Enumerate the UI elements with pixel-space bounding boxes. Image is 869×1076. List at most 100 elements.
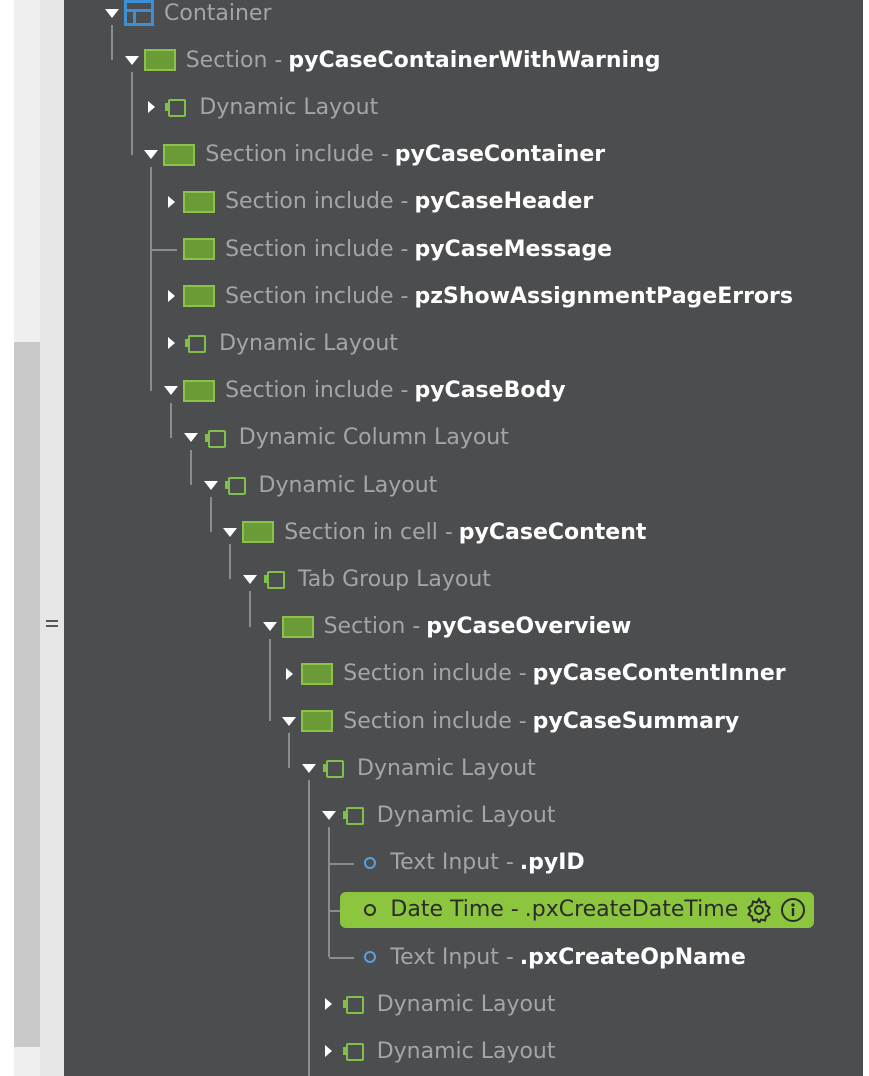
tree-node[interactable]: Section include - pyCaseContainer: [143, 137, 605, 173]
tree-guide-line: [327, 827, 330, 957]
panel-splitter[interactable]: [40, 0, 64, 1076]
node-name-label: pyCaseOverview: [426, 614, 632, 640]
collapse-arrow-icon[interactable]: [321, 805, 337, 825]
layout-icon: [342, 1041, 365, 1062]
tree-node[interactable]: Text Input - .pyID: [340, 845, 585, 881]
tree-node[interactable]: Dynamic Column Layout: [183, 420, 509, 456]
node-type-label: Section include -: [343, 708, 527, 734]
node-name-label: pyCaseContentInner: [532, 661, 786, 687]
node-type-label: Date Time -: [390, 897, 519, 923]
tree-node[interactable]: Tab Group Layout: [242, 561, 491, 597]
tree-node[interactable]: Section include - pzShowAssignmentPageErr…: [163, 278, 793, 314]
node-type-label: Section include -: [225, 236, 409, 262]
node-type-label: Text Input -: [390, 850, 514, 876]
node-type-label: Section -: [323, 614, 421, 640]
section-icon: [301, 710, 334, 732]
tree-node[interactable]: Section - pyCaseContainerWithWarning: [124, 42, 661, 78]
collapse-arrow-icon[interactable]: [183, 428, 199, 448]
collapse-arrow-icon[interactable]: [242, 569, 258, 589]
expand-arrow-icon[interactable]: [281, 664, 297, 684]
node-type-label: Dynamic Layout: [357, 755, 536, 781]
node-name-label: pyCaseContainer: [394, 142, 606, 168]
node-type-label: Section include -: [225, 189, 409, 215]
section-icon: [281, 615, 314, 638]
tree-node[interactable]: Section - pyCaseOverview: [262, 609, 632, 645]
section-icon: [301, 662, 334, 685]
field-icon: [364, 856, 377, 869]
node-type-label: Section include -: [225, 378, 409, 404]
collapse-arrow-icon[interactable]: [143, 145, 159, 165]
node-type-label: Dynamic Layout: [376, 1038, 556, 1064]
scrollbar-thumb[interactable]: [14, 342, 40, 1047]
layout-icon: [224, 475, 247, 495]
node-type-label: Section in cell -: [284, 519, 453, 545]
tree-guide-line: [268, 638, 271, 721]
node-type-label: Text Input -: [390, 944, 514, 970]
layout-icon: [342, 994, 365, 1015]
tree-guide-line: [308, 780, 310, 1076]
node-name-label: .pxCreateDateTime: [524, 897, 739, 923]
tree-node[interactable]: Section include - pyCaseBody: [163, 373, 566, 409]
node-name-label: pyCaseMessage: [414, 236, 613, 262]
layout-icon: [204, 428, 227, 448]
expand-arrow-icon[interactable]: [163, 333, 179, 353]
node-type-label: Container: [164, 0, 272, 26]
tree-node[interactable]: Section include - pyCaseMessage: [163, 231, 612, 267]
section-icon: [183, 285, 216, 308]
expand-arrow-icon[interactable]: [321, 994, 337, 1014]
collapse-arrow-icon[interactable]: [281, 711, 297, 731]
tree-node[interactable]: Dynamic Layout: [143, 89, 378, 125]
section-icon: [242, 521, 275, 544]
tree-node-selected[interactable]: Date Time - .pxCreateDateTime: [340, 891, 815, 928]
container-icon: [124, 0, 154, 26]
tree-guide-line: [130, 72, 133, 155]
expand-arrow-icon[interactable]: [163, 286, 179, 306]
node-type-label: Dynamic Layout: [376, 991, 556, 1017]
expand-arrow-icon[interactable]: [163, 192, 179, 212]
node-name-label: .pyID: [519, 850, 585, 876]
tree-node[interactable]: Dynamic Layout: [163, 325, 398, 361]
tree-node[interactable]: Container: [104, 0, 272, 31]
tree-guide-line: [150, 166, 153, 391]
expand-arrow-icon[interactable]: [143, 97, 159, 117]
collapse-arrow-icon[interactable]: [222, 522, 238, 542]
tree-node[interactable]: Section in cell - pyCaseContent: [222, 514, 646, 550]
tree-node[interactable]: Section include - pyCaseSummary: [281, 703, 739, 739]
section-icon: [163, 143, 196, 166]
tree-node[interactable]: Dynamic Layout: [203, 467, 437, 503]
node-type-label: Dynamic Layout: [199, 94, 379, 120]
node-name-label: pyCaseContainerWithWarning: [288, 47, 661, 73]
expand-arrow-icon[interactable]: [321, 1041, 337, 1061]
node-type-label: Tab Group Layout: [297, 566, 491, 592]
tree-node[interactable]: Section include - pyCaseHeader: [163, 184, 593, 220]
window-edge-right: [863, 0, 869, 1076]
info-icon[interactable]: [780, 897, 806, 923]
node-name-label: pyCaseBody: [414, 378, 566, 404]
tree-node[interactable]: Dynamic Layout: [321, 797, 556, 833]
collapse-arrow-icon[interactable]: [301, 758, 317, 778]
gear-icon[interactable]: [746, 896, 772, 923]
tree-node[interactable]: Text Input - .pxCreateOpName: [340, 939, 746, 975]
layout-icon: [342, 805, 365, 826]
collapse-arrow-icon[interactable]: [124, 50, 140, 70]
node-type-label: Section -: [185, 47, 283, 73]
tree-node[interactable]: Dynamic Layout: [321, 1033, 556, 1069]
collapse-arrow-icon[interactable]: [104, 3, 120, 23]
layout-icon: [263, 569, 286, 590]
collapse-arrow-icon[interactable]: [203, 475, 219, 495]
layout-icon: [185, 333, 207, 354]
collapse-arrow-icon[interactable]: [262, 617, 278, 637]
splitter-grip-icon[interactable]: [46, 620, 58, 632]
node-name-label: pyCaseContent: [458, 519, 647, 545]
node-type-label: Section include -: [225, 283, 409, 309]
tree-node[interactable]: Section include - pyCaseContentInner: [281, 656, 786, 692]
section-icon: [183, 238, 216, 260]
node-name-label: .pxCreateOpName: [519, 944, 746, 970]
window-edge: [0, 0, 14, 1076]
tree-node[interactable]: Dynamic Layout: [301, 750, 536, 786]
section-icon: [183, 379, 216, 402]
node-name-label: pyCaseSummary: [532, 708, 740, 734]
collapse-arrow-icon[interactable]: [163, 381, 179, 401]
tree-node[interactable]: Dynamic Layout: [321, 986, 556, 1022]
node-type-label: Dynamic Layout: [219, 330, 398, 356]
